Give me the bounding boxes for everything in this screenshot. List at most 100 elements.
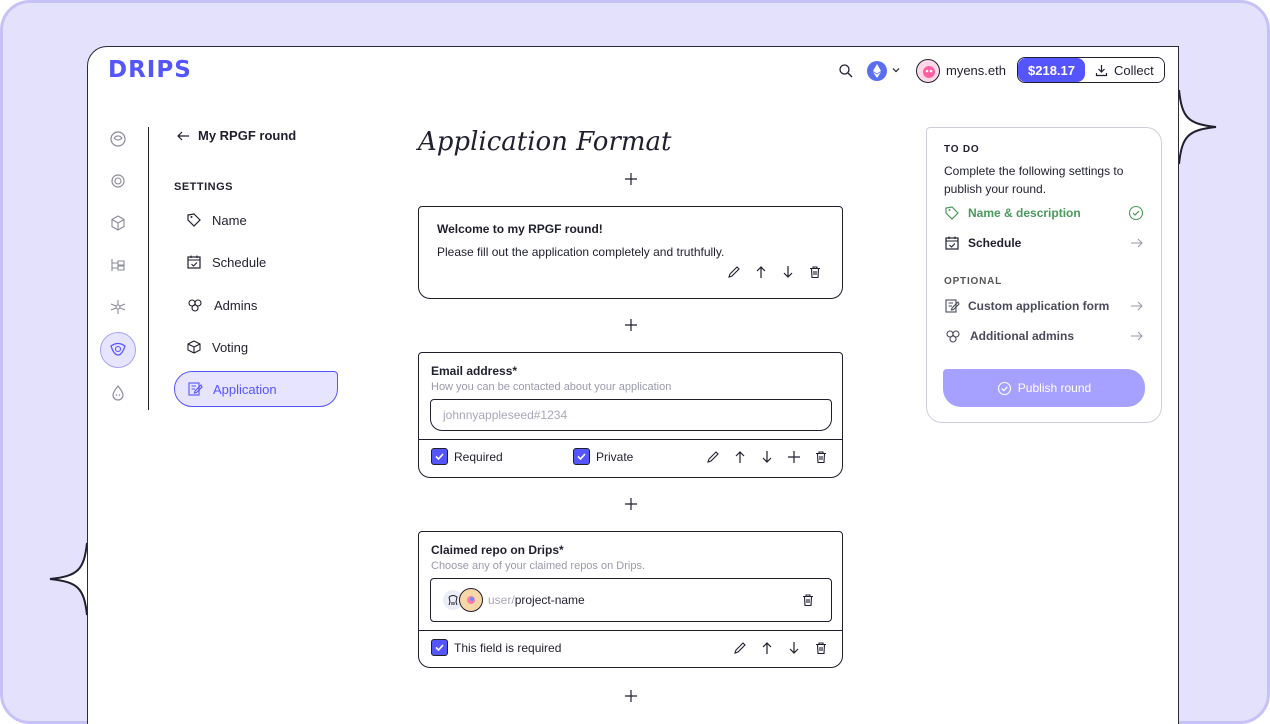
edit-pen-icon[interactable] (727, 265, 741, 279)
repo-selector[interactable]: user / project-name (430, 578, 832, 622)
sidebar-item-name[interactable]: Name (174, 202, 338, 238)
box-icon[interactable] (108, 213, 128, 233)
edit-pen-icon[interactable] (733, 641, 747, 655)
add-field-plus-icon[interactable] (624, 689, 638, 703)
add-field-plus-icon[interactable] (624, 318, 638, 332)
sidebar-item-schedule[interactable]: Schedule (174, 244, 338, 280)
repo-field-card[interactable]: Claimed repo on Drips* Choose any of you… (418, 531, 843, 668)
network-icon[interactable] (108, 297, 128, 317)
verified-badge-icon (997, 381, 1011, 395)
arrow-up-icon[interactable] (760, 641, 774, 655)
project-avatar (459, 588, 483, 612)
drop-icon[interactable] (108, 383, 128, 403)
round-name: My RPGF round (198, 128, 297, 143)
optional-item-label: Custom application form (968, 299, 1110, 313)
sidebar-item-label: Voting (212, 339, 249, 355)
repo-field-hint: Choose any of your claimed repos on Drip… (431, 560, 645, 572)
text-block-body: Please fill out the application complete… (437, 245, 725, 259)
edit-pen-icon[interactable] (706, 450, 720, 464)
sidebar-item-label: Admins (214, 297, 258, 313)
trash-icon[interactable] (801, 593, 815, 607)
trash-icon[interactable] (808, 265, 822, 279)
email-input[interactable]: johnnyappleseed#1234 (430, 399, 832, 431)
balance-badge[interactable]: $218.17 (1018, 58, 1085, 82)
projects-icon[interactable] (108, 255, 128, 275)
optional-item-custom-form[interactable]: Custom application form (944, 298, 1144, 314)
ens-name[interactable]: myens.eth (946, 63, 1006, 78)
back-link[interactable]: My RPGF round (176, 128, 296, 143)
add-plus-icon[interactable] (787, 450, 801, 464)
collect-button[interactable]: Collect (1085, 58, 1164, 82)
email-field-label: Email address* (431, 364, 518, 378)
calendar-icon (187, 255, 201, 269)
required-label: Required (454, 449, 503, 464)
add-field-plus-icon[interactable] (624, 172, 638, 186)
explore-icon[interactable] (108, 129, 128, 149)
optional-heading: OPTIONAL (944, 276, 1003, 287)
sidebar-item-application[interactable]: Application (174, 371, 338, 407)
add-field-plus-icon[interactable] (624, 497, 638, 511)
sidebar-item-label: Application (213, 381, 277, 397)
todo-item-label: Name & description (968, 206, 1081, 220)
todo-item-name-description[interactable]: Name & description (944, 205, 1144, 221)
field-required-checkbox[interactable]: This field is required (431, 639, 561, 656)
ethereum-network-icon[interactable] (867, 61, 887, 81)
divider (419, 630, 842, 631)
arrow-down-icon[interactable] (760, 450, 774, 464)
arrow-right-icon (1131, 331, 1143, 341)
search-icon[interactable] (838, 63, 854, 79)
checkbox-checked-icon (573, 448, 590, 465)
user-avatar[interactable] (916, 59, 940, 83)
rail-divider (148, 127, 149, 410)
sidebar-item-admins[interactable]: Admins (174, 287, 338, 323)
download-icon (1095, 64, 1108, 76)
repo-name: project-name (514, 593, 585, 607)
todo-description: Complete the following settings to publi… (944, 164, 1124, 196)
private-checkbox[interactable]: Private (573, 448, 633, 465)
arrow-up-icon[interactable] (733, 450, 747, 464)
calendar-icon (945, 236, 959, 250)
trash-icon[interactable] (814, 641, 828, 655)
sidebar-item-label: Schedule (212, 254, 267, 270)
email-field-toolbar (706, 450, 828, 464)
publish-label: Publish round (1017, 381, 1092, 395)
application-form-icon (188, 382, 203, 396)
required-checkbox[interactable]: Required (431, 448, 503, 465)
todo-panel: TO DO Complete the following settings to… (926, 127, 1162, 423)
todo-heading: TO DO (944, 144, 980, 155)
sidebar-item-label: Name (212, 212, 247, 228)
arrow-down-icon[interactable] (787, 641, 801, 655)
settings-section-label: SETTINGS (174, 181, 234, 193)
name-tag-icon (187, 213, 201, 227)
arrow-left-icon (177, 131, 189, 140)
chevron-down-icon[interactable] (890, 64, 902, 76)
arrow-down-icon[interactable] (781, 265, 795, 279)
drips-logo[interactable]: DRIPS (108, 57, 192, 83)
text-block-toolbar (727, 265, 822, 279)
publish-round-button[interactable]: Publish round (943, 369, 1145, 407)
balance-collect-group: $218.17 Collect (1017, 57, 1165, 83)
ballot-box-icon (187, 340, 201, 354)
funds-icon[interactable] (108, 171, 128, 191)
admins-icon (946, 330, 960, 343)
arrow-right-icon (1131, 301, 1143, 311)
repo-field-toolbar (733, 641, 828, 655)
app-window: DRIPS myens.eth $218.17 Collect My RPGF … (87, 46, 1179, 724)
application-form-icon (945, 299, 960, 313)
optional-item-additional-admins[interactable]: Additional admins (944, 328, 1144, 344)
private-label: Private (596, 449, 634, 464)
arrow-up-icon[interactable] (754, 265, 768, 279)
trash-icon[interactable] (814, 450, 828, 464)
page-title: Application Format (418, 127, 672, 157)
name-tag-icon (945, 206, 959, 220)
repo-field-label: Claimed repo on Drips* (431, 543, 564, 557)
sidebar-item-voting[interactable]: Voting (174, 329, 338, 365)
divider (419, 439, 842, 440)
email-field-card[interactable]: Email address* How you can be contacted … (418, 352, 843, 478)
repo-user: user (488, 593, 512, 607)
optional-item-label: Additional admins (970, 329, 1075, 343)
todo-item-schedule[interactable]: Schedule (944, 235, 1144, 251)
text-block-card[interactable]: Welcome to my RPGF round! Please fill ou… (418, 206, 843, 299)
email-placeholder: johnnyappleseed#1234 (443, 408, 568, 422)
rpgf-icon[interactable] (108, 339, 128, 359)
